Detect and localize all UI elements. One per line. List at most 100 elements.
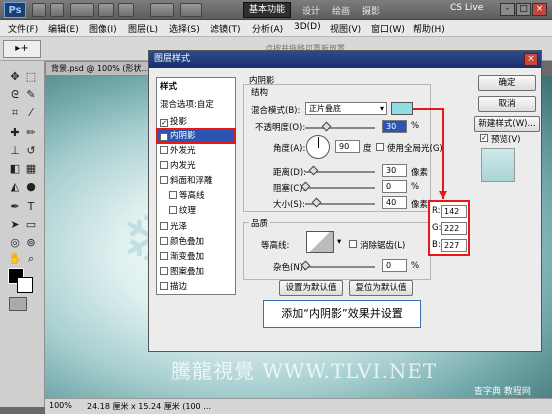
- menu-filter[interactable]: 滤镜(T): [210, 22, 241, 35]
- checkbox[interactable]: [160, 161, 168, 169]
- reset-default-button[interactable]: 复位为默认值: [349, 280, 413, 296]
- opacity-input[interactable]: 30: [382, 120, 407, 133]
- blur-tool-icon[interactable]: ◭: [8, 180, 22, 193]
- cancel-button[interactable]: 取消: [478, 96, 536, 112]
- preview-checkbox[interactable]: ✓: [480, 134, 488, 142]
- move-tool-icon[interactable]: ✥: [8, 70, 22, 83]
- marquee-tool-icon[interactable]: ⬚: [24, 70, 38, 83]
- minimize-button[interactable]: -: [500, 3, 515, 16]
- style-item-stroke[interactable]: 描边: [157, 280, 235, 294]
- 3d-camera-icon[interactable]: ⊚: [24, 236, 38, 249]
- size-input[interactable]: 40: [382, 196, 407, 209]
- new-style-button[interactable]: 新建样式(W)...: [474, 116, 540, 132]
- path-select-icon[interactable]: ➤: [8, 218, 22, 231]
- style-item-bevel-emboss[interactable]: 斜面和浮雕: [157, 174, 235, 188]
- shadow-color-swatch[interactable]: [391, 102, 413, 115]
- checkbox[interactable]: [169, 191, 177, 199]
- styles-header[interactable]: 样式: [157, 80, 235, 94]
- move-tool-preset[interactable]: ▸+: [3, 40, 41, 58]
- dodge-tool-icon[interactable]: ●: [24, 180, 38, 193]
- zoom-dropdown[interactable]: [70, 3, 94, 17]
- menu-help[interactable]: 帮助(H): [413, 22, 445, 35]
- workspace-essentials[interactable]: 基本功能: [243, 2, 291, 18]
- style-item-inner-shadow[interactable]: ✓ 内阴影: [156, 128, 236, 144]
- angle-input[interactable]: 90: [335, 140, 360, 153]
- menu-image[interactable]: 图像(I): [89, 22, 117, 35]
- angle-dial[interactable]: [306, 135, 330, 159]
- clone-stamp-icon[interactable]: ⊥: [8, 144, 22, 157]
- style-item-gradient-overlay[interactable]: 渐变叠加: [157, 250, 235, 264]
- checkbox[interactable]: [160, 252, 168, 260]
- menu-view[interactable]: 视图(V): [330, 22, 361, 35]
- checkbox[interactable]: [160, 146, 168, 154]
- minibridge-icon[interactable]: [50, 3, 64, 17]
- eraser-icon[interactable]: ◧: [8, 162, 22, 175]
- bridge-icon[interactable]: [32, 3, 46, 17]
- checkbox[interactable]: [160, 237, 168, 245]
- contour-chevron-icon[interactable]: ▾: [337, 237, 341, 247]
- background-color-swatch[interactable]: [17, 277, 33, 293]
- zoom-tool-icon[interactable]: [118, 3, 134, 17]
- menu-layer[interactable]: 图层(L): [128, 22, 158, 35]
- style-item-color-overlay[interactable]: 颜色叠加: [157, 235, 235, 249]
- healing-brush-icon[interactable]: ✚: [8, 126, 22, 139]
- lasso-tool-icon[interactable]: ᘓ: [8, 88, 22, 101]
- menu-window[interactable]: 窗口(W): [371, 22, 405, 35]
- dialog-close-button[interactable]: ×: [524, 53, 538, 66]
- checkbox[interactable]: [160, 267, 168, 275]
- choke-slider[interactable]: [305, 187, 375, 189]
- style-item-drop-shadow[interactable]: ✓ 投影: [157, 115, 235, 129]
- close-app-button[interactable]: ×: [532, 3, 547, 16]
- opacity-slider[interactable]: [305, 127, 375, 129]
- maximize-button[interactable]: □: [516, 3, 531, 16]
- distance-input[interactable]: 30: [382, 164, 407, 177]
- arrange-documents-icon[interactable]: [150, 3, 174, 17]
- history-brush-icon[interactable]: ↺: [24, 144, 38, 157]
- pen-tool-icon[interactable]: ✒: [8, 200, 22, 213]
- menu-select[interactable]: 选择(S): [169, 22, 200, 35]
- noise-input[interactable]: 0: [382, 259, 407, 272]
- type-tool-icon[interactable]: T: [24, 200, 38, 213]
- checkbox[interactable]: [169, 206, 177, 214]
- menu-edit[interactable]: 编辑(E): [48, 22, 79, 35]
- quick-select-icon[interactable]: ✎: [24, 88, 38, 101]
- eyedropper-icon[interactable]: ⁄: [24, 106, 38, 119]
- menu-analysis[interactable]: 分析(A): [252, 22, 283, 35]
- checkbox[interactable]: [160, 282, 168, 290]
- blend-options-item[interactable]: 混合选项:自定: [157, 98, 235, 112]
- style-item-inner-glow[interactable]: 内发光: [157, 159, 235, 173]
- menu-3d[interactable]: 3D(D): [294, 22, 321, 32]
- crop-tool-icon[interactable]: ⌗: [8, 106, 22, 119]
- shape-tool-icon[interactable]: ▭: [24, 218, 38, 231]
- zoom-level[interactable]: 100%: [49, 401, 72, 410]
- style-item-pattern-overlay[interactable]: 图案叠加: [157, 265, 235, 279]
- brush-tool-icon[interactable]: ✏: [24, 126, 38, 139]
- style-item-texture[interactable]: 纹理: [157, 204, 235, 218]
- checkbox[interactable]: [160, 222, 168, 230]
- 3d-rotate-icon[interactable]: ◎: [8, 236, 22, 249]
- style-item-contour[interactable]: 等高线: [157, 189, 235, 203]
- style-item-outer-glow[interactable]: 外发光: [157, 144, 235, 158]
- choke-input[interactable]: 0: [382, 180, 407, 193]
- workspace-photography[interactable]: 摄影: [362, 4, 380, 17]
- ok-button[interactable]: 确定: [478, 75, 536, 91]
- hand-icon[interactable]: ✋: [8, 252, 22, 265]
- screen-mode-icon[interactable]: [180, 3, 202, 17]
- cs-live-button[interactable]: CS Live: [450, 3, 483, 13]
- checkbox[interactable]: ✓: [160, 133, 168, 141]
- contour-preview[interactable]: [306, 231, 334, 253]
- set-default-button[interactable]: 设置为默认值: [279, 280, 343, 296]
- style-item-satin[interactable]: 光泽: [157, 220, 235, 234]
- gradient-tool-icon[interactable]: ▦: [24, 162, 38, 175]
- checkbox[interactable]: ✓: [160, 119, 168, 127]
- hand-tool-icon[interactable]: [98, 3, 114, 17]
- quick-mask-button[interactable]: [9, 297, 27, 311]
- document-tab[interactable]: 背景.psd @ 100% (形状…: [45, 61, 155, 76]
- noise-slider[interactable]: [305, 266, 375, 268]
- zoom-icon[interactable]: ⌕: [24, 252, 38, 265]
- global-light-checkbox[interactable]: [376, 143, 384, 151]
- menu-file[interactable]: 文件(F): [8, 22, 38, 35]
- antialias-checkbox[interactable]: [349, 240, 357, 248]
- workspace-design[interactable]: 设计: [302, 4, 320, 17]
- workspace-painting[interactable]: 绘画: [332, 4, 350, 17]
